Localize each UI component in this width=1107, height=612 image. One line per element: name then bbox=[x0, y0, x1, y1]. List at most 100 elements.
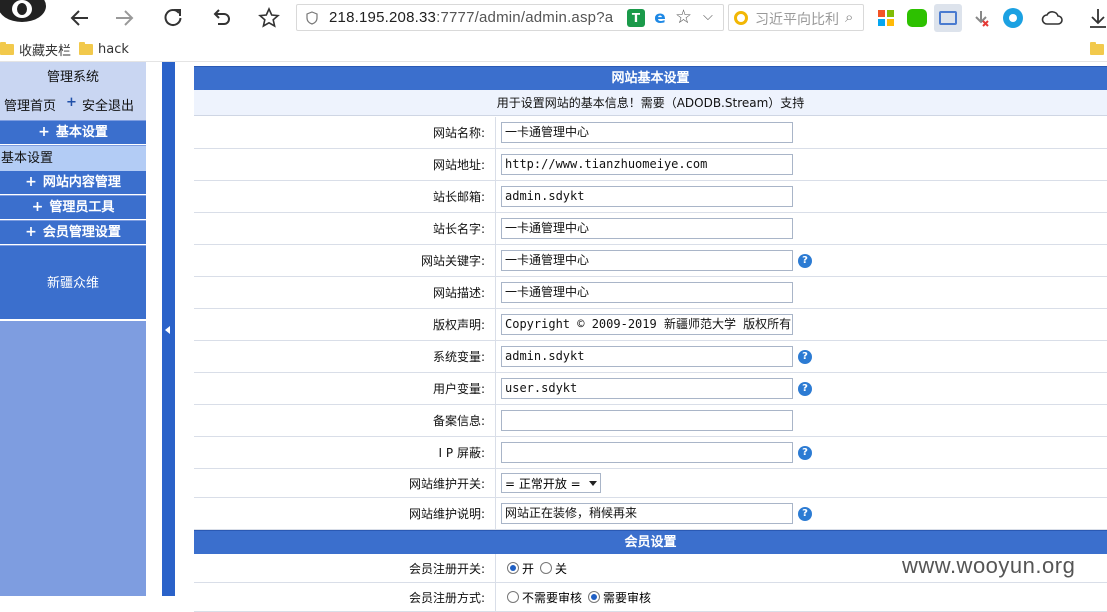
register-open-radio[interactable]: 开 bbox=[507, 560, 534, 577]
bookmark-label: hack bbox=[98, 41, 129, 57]
bookmark-star-icon[interactable]: ☆ bbox=[675, 6, 692, 28]
left-nav: 管理系统 管理首页 + 安全退出 + 基本设置 基本设置 + 网站内容管理 + 管理员… bbox=[0, 62, 146, 596]
url-host: 218.195.208.33 bbox=[329, 9, 437, 26]
user-variable-input[interactable]: user.sdykt bbox=[501, 378, 793, 399]
maintenance-switch-select[interactable]: = 正常开放 = bbox=[501, 473, 601, 493]
field-row: 网站维护开关: = 正常开放 = bbox=[194, 469, 1107, 498]
radio-label: 开 bbox=[522, 561, 535, 576]
radio-label: 不需要审核 bbox=[522, 590, 583, 605]
site-description-input[interactable]: 一卡通管理中心 bbox=[501, 282, 793, 303]
chevron-down-icon[interactable]: ⌵ bbox=[703, 9, 713, 24]
admin-email-input[interactable]: admin.sdykt bbox=[501, 186, 793, 207]
field-row: 网站关键字: 一卡通管理中心? bbox=[194, 245, 1107, 277]
folder-icon bbox=[1090, 41, 1104, 55]
system-variable-input[interactable]: admin.sdykt bbox=[501, 346, 793, 367]
sidebar-toggle[interactable] bbox=[162, 62, 175, 596]
address-url[interactable]: 218.195.208.33:7777/admin/admin.asp?a bbox=[329, 9, 613, 26]
bookmark-folder-favorites[interactable]: 收藏夹栏 bbox=[0, 39, 71, 59]
help-icon[interactable]: ? bbox=[798, 445, 812, 460]
plus-icon: + bbox=[31, 199, 44, 215]
nav-links: 管理首页 + 安全退出 bbox=[0, 95, 146, 117]
icp-record-input[interactable] bbox=[501, 410, 793, 431]
field-row: 网站描述: 一卡通管理中心 bbox=[194, 277, 1107, 309]
wechat-icon[interactable] bbox=[903, 4, 931, 32]
no-review-radio[interactable]: 不需要审核 bbox=[507, 589, 582, 606]
admin-page: 管理系统 管理首页 + 安全退出 + 基本设置 基本设置 + 网站内容管理 + 管理员… bbox=[0, 62, 1107, 612]
shield-extension-icon[interactable]: T bbox=[627, 9, 645, 27]
forward-icon[interactable] bbox=[110, 4, 138, 32]
register-close-radio[interactable]: 关 bbox=[540, 560, 567, 577]
search-engine-icon bbox=[734, 11, 748, 25]
bookmarks-bar: 收藏夹栏 hack bbox=[0, 36, 1107, 62]
nav-sub-basic-settings[interactable]: 基本设置 bbox=[0, 146, 146, 171]
cloud-icon[interactable] bbox=[1038, 4, 1066, 32]
plus-icon: + bbox=[25, 224, 37, 240]
field-label: 网站维护说明: bbox=[194, 498, 496, 529]
eye-extension-icon[interactable] bbox=[999, 4, 1027, 32]
plus-icon: + bbox=[66, 95, 77, 110]
radio-selected-icon bbox=[588, 591, 601, 603]
nav-menu-label: 会员管理设置 bbox=[42, 225, 121, 240]
field-row: 网站地址: http://www.tianzhuomeiye.com bbox=[194, 149, 1107, 181]
maintenance-note-input[interactable]: 网站正在装修，稍候再来 bbox=[501, 503, 793, 524]
logout-link[interactable]: 安全退出 bbox=[82, 95, 134, 114]
nav-header: 管理系统 管理首页 + 安全退出 bbox=[0, 62, 146, 120]
field-label: 站长邮箱: bbox=[194, 181, 496, 212]
radio-icon bbox=[540, 562, 553, 574]
ip-block-input[interactable] bbox=[501, 442, 793, 463]
member-section-header: 会员设置 bbox=[194, 530, 1107, 554]
field-label: 版权声明: bbox=[194, 309, 496, 340]
bookmark-folder-hack[interactable]: hack bbox=[79, 39, 129, 59]
field-label: 网站维护开关: bbox=[194, 469, 496, 497]
download-manager-icon[interactable] bbox=[967, 4, 995, 32]
site-url-input[interactable]: http://www.tianzhuomeiye.com bbox=[501, 154, 793, 175]
nav-menu-member-settings[interactable]: + 会员管理设置 bbox=[0, 221, 146, 245]
need-review-radio[interactable]: 需要审核 bbox=[588, 589, 651, 606]
copyright-input[interactable]: Copyright © 2009-2019 新疆师范大学 版权所有 bbox=[501, 314, 793, 335]
nav-menu-basic-settings[interactable]: + 基本设置 bbox=[0, 121, 146, 145]
search-icon[interactable]: ⌕ bbox=[845, 8, 853, 26]
search-box[interactable]: 习近平向比利 ⌕ bbox=[728, 4, 864, 31]
field-label: I P 屏蔽: bbox=[194, 437, 496, 468]
site-keywords-input[interactable]: 一卡通管理中心 bbox=[501, 250, 793, 271]
field-label: 会员注册方式: bbox=[194, 583, 496, 611]
folder-icon bbox=[0, 41, 14, 55]
favorite-star-icon[interactable] bbox=[255, 4, 283, 32]
nav-title: 管理系统 bbox=[46, 70, 99, 85]
plus-icon: + bbox=[38, 124, 50, 140]
help-icon[interactable]: ? bbox=[798, 253, 812, 268]
chevron-down-icon bbox=[588, 480, 597, 486]
field-row: 版权声明: Copyright © 2009-2019 新疆师范大学 版权所有 bbox=[194, 309, 1107, 341]
site-name-input[interactable]: 一卡通管理中心 bbox=[501, 122, 793, 143]
refresh-icon[interactable] bbox=[159, 4, 187, 32]
search-input[interactable]: 习近平向比利 bbox=[755, 9, 839, 29]
collapse-arrow-icon bbox=[165, 326, 170, 334]
apps-grid-icon[interactable] bbox=[872, 4, 900, 32]
radio-selected-icon bbox=[507, 562, 519, 574]
field-row: I P 屏蔽: ? bbox=[194, 437, 1107, 469]
undo-icon[interactable] bbox=[207, 4, 235, 32]
home-link[interactable]: 管理首页 bbox=[4, 95, 56, 114]
bookmark-label: 收藏夹栏 bbox=[19, 43, 72, 59]
security-info-icon[interactable] bbox=[305, 11, 319, 25]
screenshot-icon[interactable] bbox=[934, 4, 962, 32]
download-icon[interactable] bbox=[1084, 4, 1107, 32]
help-icon[interactable]: ? bbox=[798, 506, 812, 521]
nav-menu-site-content[interactable]: + 网站内容管理 bbox=[0, 171, 146, 195]
help-icon[interactable]: ? bbox=[798, 381, 812, 396]
nav-menu-label: 管理员工具 bbox=[49, 200, 115, 215]
admin-name-input[interactable]: 一卡通管理中心 bbox=[501, 218, 793, 239]
section-header: 网站基本设置 bbox=[194, 66, 1107, 90]
field-label: 会员注册开关: bbox=[194, 554, 496, 582]
nav-menu-label: 基本设置 bbox=[55, 125, 108, 140]
other-bookmarks-folder[interactable] bbox=[1090, 39, 1107, 59]
back-icon[interactable] bbox=[66, 4, 94, 32]
address-bar[interactable]: 218.195.208.33:7777/admin/admin.asp?a T … bbox=[296, 4, 724, 31]
ie-compat-icon[interactable]: e bbox=[651, 9, 669, 27]
settings-panel: 网站基本设置 用于设置网站的基本信息！需要（ADODB.Stream）支持 网站… bbox=[194, 66, 1107, 612]
radio-icon bbox=[507, 591, 519, 603]
help-icon[interactable]: ? bbox=[798, 349, 812, 364]
nav-footer: 新疆众维 bbox=[0, 246, 146, 321]
nav-menu-admin-tools[interactable]: + 管理员工具 bbox=[0, 196, 146, 220]
field-row: 网站名称: 一卡通管理中心 bbox=[194, 117, 1107, 149]
